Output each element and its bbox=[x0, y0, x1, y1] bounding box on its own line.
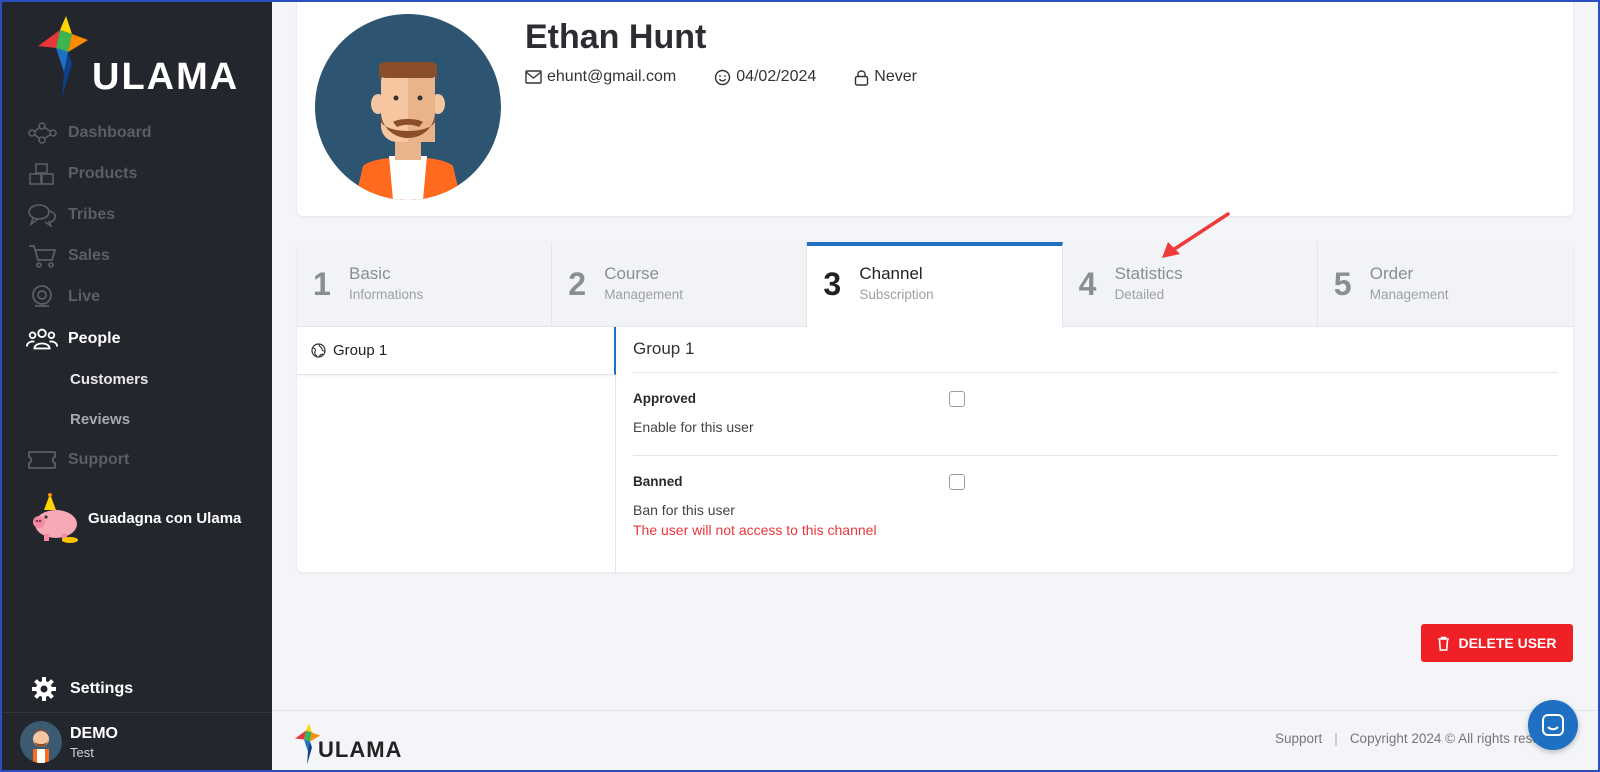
tab-title: Channel bbox=[859, 264, 923, 283]
tab-basic-informations[interactable]: 1 Basic Informations bbox=[297, 242, 553, 327]
approved-description: Enable for this user bbox=[633, 419, 754, 435]
tab-number: 1 bbox=[313, 266, 331, 302]
webcam-icon bbox=[26, 284, 58, 310]
bird-logo-icon bbox=[38, 16, 88, 98]
tab-number: 3 bbox=[823, 266, 842, 302]
envelope-icon bbox=[525, 70, 542, 84]
chat-icon bbox=[1542, 714, 1564, 736]
profile-date: 04/02/2024 bbox=[714, 68, 816, 86]
sidebar-item-label: Settings bbox=[70, 680, 134, 697]
chat-launcher-button[interactable] bbox=[1528, 700, 1578, 750]
channel-subscription-panel: 1 Basic Informations 2 Course Management… bbox=[297, 242, 1573, 572]
tab-title: Order bbox=[1369, 264, 1414, 283]
divider bbox=[633, 372, 1558, 373]
tab-course-management[interactable]: 2 Course Management bbox=[552, 242, 808, 327]
profile-name: Ethan Hunt bbox=[525, 18, 707, 56]
sidebar-item-settings[interactable]: Settings bbox=[28, 676, 133, 702]
wizard-tabs: 1 Basic Informations 2 Course Management… bbox=[297, 242, 1573, 327]
sidebar-item-support[interactable]: Support bbox=[26, 445, 129, 475]
sidebar-item-label: Support bbox=[68, 451, 130, 468]
tab-subtitle: Informations bbox=[349, 287, 424, 302]
approved-checkbox[interactable] bbox=[949, 391, 965, 407]
network-icon bbox=[26, 120, 58, 146]
tab-title: Basic bbox=[349, 264, 391, 283]
sidebar-item-label: Tribes bbox=[68, 206, 116, 223]
tab-subtitle: Detailed bbox=[1114, 287, 1165, 302]
banned-description: Ban for this user bbox=[633, 502, 735, 518]
smiley-icon bbox=[714, 69, 731, 85]
cart-icon bbox=[26, 243, 58, 269]
trash-icon bbox=[1438, 636, 1450, 651]
avatar bbox=[20, 721, 62, 763]
footer: ULAMA Support | Copyright 2024 © All right… bbox=[272, 710, 1598, 770]
user-role: Test bbox=[70, 745, 94, 760]
sidebar-subitem-reviews[interactable]: Reviews bbox=[70, 411, 130, 428]
profile-card: Ethan Hunt ehunt@gmail.com 04/02/2024 Ne… bbox=[297, 0, 1573, 216]
group-detail: Group 1 Approved Enable for this user Ba… bbox=[633, 327, 1558, 572]
tab-subtitle: Subscription bbox=[859, 287, 934, 302]
tab-subtitle: Management bbox=[1369, 287, 1449, 302]
banned-warning: The user will not access to this channel bbox=[633, 522, 877, 538]
profile-last-access-text: Never bbox=[874, 68, 917, 85]
tab-number: 2 bbox=[568, 266, 586, 302]
promo-guadagna[interactable]: Guadagna con Ulama bbox=[26, 492, 241, 544]
group-list: Group 1 bbox=[297, 327, 616, 572]
tab-title: Statistics bbox=[1114, 264, 1183, 283]
sidebar-item-label: Products bbox=[68, 165, 138, 182]
profile-meta: ehunt@gmail.com 04/02/2024 Never bbox=[525, 68, 955, 86]
tab-subtitle: Management bbox=[604, 287, 683, 302]
tab-order-management[interactable]: 5 Order Management bbox=[1318, 242, 1573, 327]
sidebar-item-people[interactable]: People bbox=[26, 324, 120, 354]
tab-number: 5 bbox=[1333, 266, 1352, 302]
promo-label: Guadagna con Ulama bbox=[88, 509, 242, 527]
sidebar-item-tribes[interactable]: Tribes bbox=[26, 200, 115, 230]
brand-name: ULAMA bbox=[92, 56, 240, 98]
delete-user-button[interactable]: DELETE USER bbox=[1421, 624, 1573, 662]
footer-links: Support | Copyright 2024 © All rights rese… bbox=[1275, 731, 1567, 746]
gear-icon bbox=[28, 676, 60, 702]
group-detail-title: Group 1 bbox=[633, 339, 695, 358]
people-icon bbox=[26, 326, 58, 352]
sidebar-item-sales[interactable]: Sales bbox=[26, 241, 110, 271]
user-name: DEMO bbox=[70, 725, 118, 742]
piggy-bank-icon bbox=[33, 493, 78, 543]
ticket-icon bbox=[26, 447, 58, 473]
current-user[interactable]: DEMO Test bbox=[2, 712, 272, 770]
profile-email-text: ehunt@gmail.com bbox=[547, 68, 677, 85]
annotation-arrow-icon bbox=[1162, 212, 1230, 258]
sidebar-item-label: Live bbox=[68, 288, 101, 305]
sidebar-subitem-customers[interactable]: Customers bbox=[70, 371, 148, 388]
sidebar-item-label: Sales bbox=[68, 247, 110, 264]
chat-bubbles-icon bbox=[26, 202, 58, 228]
tab-channel-subscription[interactable]: 3 Channel Subscription bbox=[807, 242, 1063, 327]
profile-date-text: 04/02/2024 bbox=[736, 68, 817, 85]
tab-title: Course bbox=[604, 264, 659, 283]
profile-last-access: Never bbox=[854, 68, 917, 86]
globe-icon bbox=[311, 343, 326, 358]
footer-brand-name: ULAMA bbox=[318, 737, 403, 762]
banned-checkbox[interactable] bbox=[949, 474, 965, 490]
banned-label: Banned bbox=[633, 474, 683, 489]
sidebar-item-label: Dashboard bbox=[68, 124, 152, 141]
group-list-item[interactable]: Group 1 bbox=[297, 327, 616, 375]
sidebar-item-live[interactable]: Live bbox=[26, 282, 100, 312]
group-list-item-label: Group 1 bbox=[333, 342, 388, 359]
boxes-icon bbox=[26, 161, 58, 187]
sidebar: ULAMA Dashboard Products Tribes Sales Li… bbox=[2, 2, 272, 770]
lock-icon bbox=[855, 69, 869, 86]
sidebar-item-dashboard[interactable]: Dashboard bbox=[26, 118, 152, 148]
profile-avatar bbox=[315, 14, 501, 200]
ulama-logo[interactable]: ULAMA bbox=[36, 12, 246, 102]
tab-number: 4 bbox=[1078, 266, 1097, 302]
approved-label: Approved bbox=[633, 391, 697, 406]
delete-user-label: DELETE USER bbox=[1458, 635, 1557, 651]
profile-email: ehunt@gmail.com bbox=[525, 68, 676, 86]
sidebar-item-label: People bbox=[68, 330, 121, 347]
sidebar-item-products[interactable]: Products bbox=[26, 159, 137, 189]
divider bbox=[633, 455, 1558, 456]
footer-support-link[interactable]: Support bbox=[1275, 731, 1322, 746]
